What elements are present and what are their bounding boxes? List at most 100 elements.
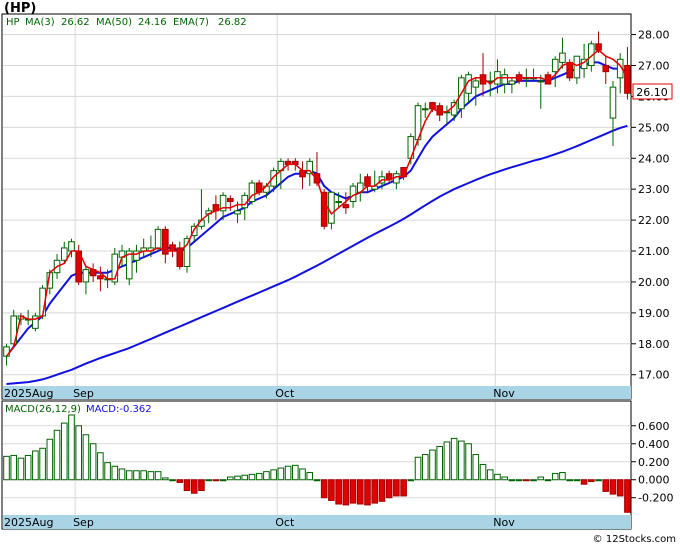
price-tick-label: 20.00 bbox=[638, 276, 670, 289]
candle-body bbox=[68, 241, 75, 252]
candle-body bbox=[133, 250, 140, 261]
macd-bar bbox=[53, 429, 61, 481]
candle-body bbox=[169, 244, 176, 252]
macd-date-label: 2025Aug bbox=[4, 516, 53, 529]
macd-bar bbox=[595, 479, 602, 482]
macd-date-label: Nov bbox=[493, 516, 515, 529]
macd-bar bbox=[104, 462, 111, 481]
chart-title: (HP) bbox=[4, 1, 36, 16]
macd-bar bbox=[328, 479, 335, 501]
candle-body bbox=[299, 170, 306, 178]
price-tick-label: 28.00 bbox=[638, 29, 670, 42]
macd-bar bbox=[140, 470, 147, 481]
legend-ma3-label: MA(3) bbox=[25, 17, 55, 28]
macd-bar bbox=[342, 479, 350, 506]
macd-tick-label: 0.600 bbox=[638, 420, 670, 433]
macd-bar bbox=[248, 473, 256, 481]
candle-body bbox=[154, 228, 162, 249]
macd-bar bbox=[299, 468, 306, 481]
macd-bar bbox=[147, 471, 155, 481]
macd-label: MACD(26,12,9) bbox=[5, 404, 81, 415]
candle-body bbox=[421, 108, 429, 111]
candle-body bbox=[335, 201, 342, 204]
macd-bar bbox=[580, 479, 588, 485]
macd-bar bbox=[602, 479, 610, 492]
price-tick-label: 22.00 bbox=[638, 214, 670, 227]
macd-bar bbox=[364, 479, 371, 506]
macd-bar bbox=[205, 479, 212, 482]
macd-bar bbox=[436, 445, 443, 481]
macd-bar bbox=[32, 450, 39, 481]
macd-bar bbox=[133, 470, 140, 481]
macd-bar bbox=[414, 456, 422, 481]
macd-bar bbox=[68, 414, 75, 481]
legend-ma50-label: MA(50) bbox=[96, 17, 132, 28]
macd-bar bbox=[421, 454, 429, 481]
macd-bar bbox=[551, 472, 559, 481]
macd-bar bbox=[270, 469, 277, 481]
macd-bar bbox=[537, 476, 545, 481]
price-panel bbox=[1, 13, 632, 400]
macd-bar bbox=[378, 479, 386, 502]
candle-body bbox=[328, 191, 335, 224]
macd-bar bbox=[494, 473, 501, 481]
macd-bar bbox=[118, 468, 126, 481]
candle-body bbox=[501, 74, 508, 85]
macd-bar bbox=[169, 479, 176, 482]
legend-symbol: HP bbox=[6, 17, 20, 28]
macd-legend: MACD(26,12,9) MACD:-0.362 bbox=[5, 404, 152, 415]
price-tick-label: 18.00 bbox=[638, 338, 670, 351]
candle bbox=[248, 179, 256, 205]
macd-bar bbox=[60, 422, 68, 481]
macd-bar bbox=[544, 479, 552, 482]
candle-body bbox=[472, 80, 480, 88]
date-label: Sep bbox=[73, 387, 94, 400]
price-tick-label: 25.00 bbox=[638, 121, 670, 134]
macd-bar bbox=[183, 479, 191, 492]
macd-bar bbox=[154, 471, 162, 481]
macd-bar bbox=[39, 447, 46, 481]
macd-bar bbox=[162, 477, 169, 481]
macd-bar bbox=[486, 469, 494, 481]
watermark: © 12Stocks.com bbox=[593, 534, 676, 545]
candle-body bbox=[566, 61, 573, 79]
macd-bar bbox=[349, 479, 357, 504]
candle-body bbox=[183, 238, 191, 267]
candle-body bbox=[609, 86, 617, 119]
macd-tick-label: 0.000 bbox=[638, 474, 670, 487]
legend-ema7-label: EMA(7) bbox=[173, 17, 209, 28]
macd-bar bbox=[624, 479, 631, 513]
candle-body bbox=[342, 204, 350, 209]
candle-body bbox=[60, 247, 68, 261]
macd-bar bbox=[198, 479, 205, 492]
price-tick-label: 19.00 bbox=[638, 307, 670, 320]
macd-bar bbox=[559, 472, 566, 481]
candle bbox=[32, 312, 39, 332]
last-price-marker: 26.10 bbox=[632, 83, 673, 100]
macd-date-band bbox=[3, 515, 631, 529]
macd-bar bbox=[523, 479, 530, 482]
macd-bar bbox=[277, 467, 285, 481]
macd-bar bbox=[429, 449, 436, 481]
candle-body bbox=[429, 102, 436, 110]
macd-bar bbox=[371, 479, 379, 504]
macd-bar bbox=[190, 479, 198, 494]
macd-bar bbox=[24, 454, 32, 481]
candle-body bbox=[602, 64, 610, 73]
candle-body bbox=[97, 275, 104, 280]
candle-body bbox=[227, 197, 234, 203]
candle-body bbox=[551, 58, 559, 73]
macd-date-label: Sep bbox=[73, 516, 94, 529]
macd-bar bbox=[10, 454, 18, 481]
macd-bar bbox=[306, 472, 314, 481]
macd-bar bbox=[407, 479, 415, 482]
macd-bar bbox=[573, 479, 581, 482]
legend-ma50-value: 24.16 bbox=[138, 17, 167, 28]
candle-body bbox=[559, 52, 566, 63]
macd-bar bbox=[458, 440, 465, 481]
macd-bar bbox=[472, 454, 480, 481]
macd-bar bbox=[356, 479, 364, 505]
price-axis: 28.0027.0026.0025.0024.0023.0022.0021.00… bbox=[631, 29, 670, 382]
macd-bar bbox=[393, 479, 400, 497]
macd-bar bbox=[241, 474, 249, 481]
